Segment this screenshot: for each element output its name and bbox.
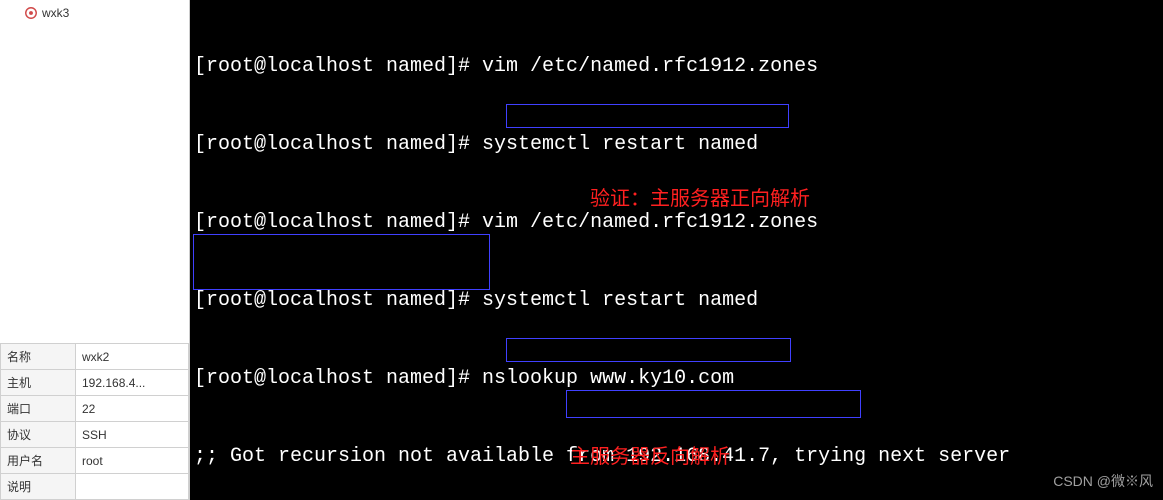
prop-value[interactable] [76, 474, 189, 500]
tree-item-label: wxk3 [42, 6, 69, 20]
terminal[interactable]: [root@localhost named]# vim /etc/named.r… [190, 0, 1163, 500]
terminal-icon [24, 6, 38, 20]
prop-row: 主机192.168.4... [1, 370, 189, 396]
highlight-box [506, 338, 791, 362]
prop-value[interactable]: SSH [76, 422, 189, 448]
prop-label: 名称 [1, 344, 76, 370]
prop-value[interactable]: root [76, 448, 189, 474]
prop-label: 说明 [1, 474, 76, 500]
prop-row: 端口22 [1, 396, 189, 422]
prop-value[interactable]: 192.168.4... [76, 370, 189, 396]
prop-label: 用户名 [1, 448, 76, 474]
prop-row: 说明 [1, 474, 189, 500]
prop-row: 协议SSH [1, 422, 189, 448]
properties-table: 名称wxk2 主机192.168.4... 端口22 协议SSH 用户名root… [0, 343, 189, 500]
prop-row: 用户名root [1, 448, 189, 474]
prop-label: 端口 [1, 396, 76, 422]
watermark: CSDN @微※风 [1053, 468, 1153, 494]
sidebar: wxk3 名称wxk2 主机192.168.4... 端口22 协议SSH 用户… [0, 0, 190, 500]
prop-label: 主机 [1, 370, 76, 396]
highlight-box [193, 234, 490, 290]
annotation: 验证：主服务器正向解析 [590, 186, 810, 212]
terminal-line: [root@localhost named]# vim /etc/named.r… [194, 54, 1159, 80]
session-tree[interactable]: wxk3 [0, 0, 189, 343]
terminal-line: [root@localhost named]# vim /etc/named.r… [194, 210, 1159, 236]
prop-value[interactable]: wxk2 [76, 344, 189, 370]
prop-row: 名称wxk2 [1, 344, 189, 370]
terminal-line: [root@localhost named]# nslookup www.ky1… [194, 366, 1159, 392]
prop-value[interactable]: 22 [76, 396, 189, 422]
highlight-box [506, 104, 789, 128]
properties-panel: 名称wxk2 主机192.168.4... 端口22 协议SSH 用户名root… [0, 343, 189, 500]
highlight-box [566, 390, 861, 418]
terminal-line: [root@localhost named]# systemctl restar… [194, 132, 1159, 158]
terminal-line: ;; Got recursion not available from 192.… [194, 444, 1159, 470]
tree-item-wxk3[interactable]: wxk3 [4, 4, 185, 22]
prop-label: 协议 [1, 422, 76, 448]
terminal-line: [root@localhost named]# systemctl restar… [194, 288, 1159, 314]
